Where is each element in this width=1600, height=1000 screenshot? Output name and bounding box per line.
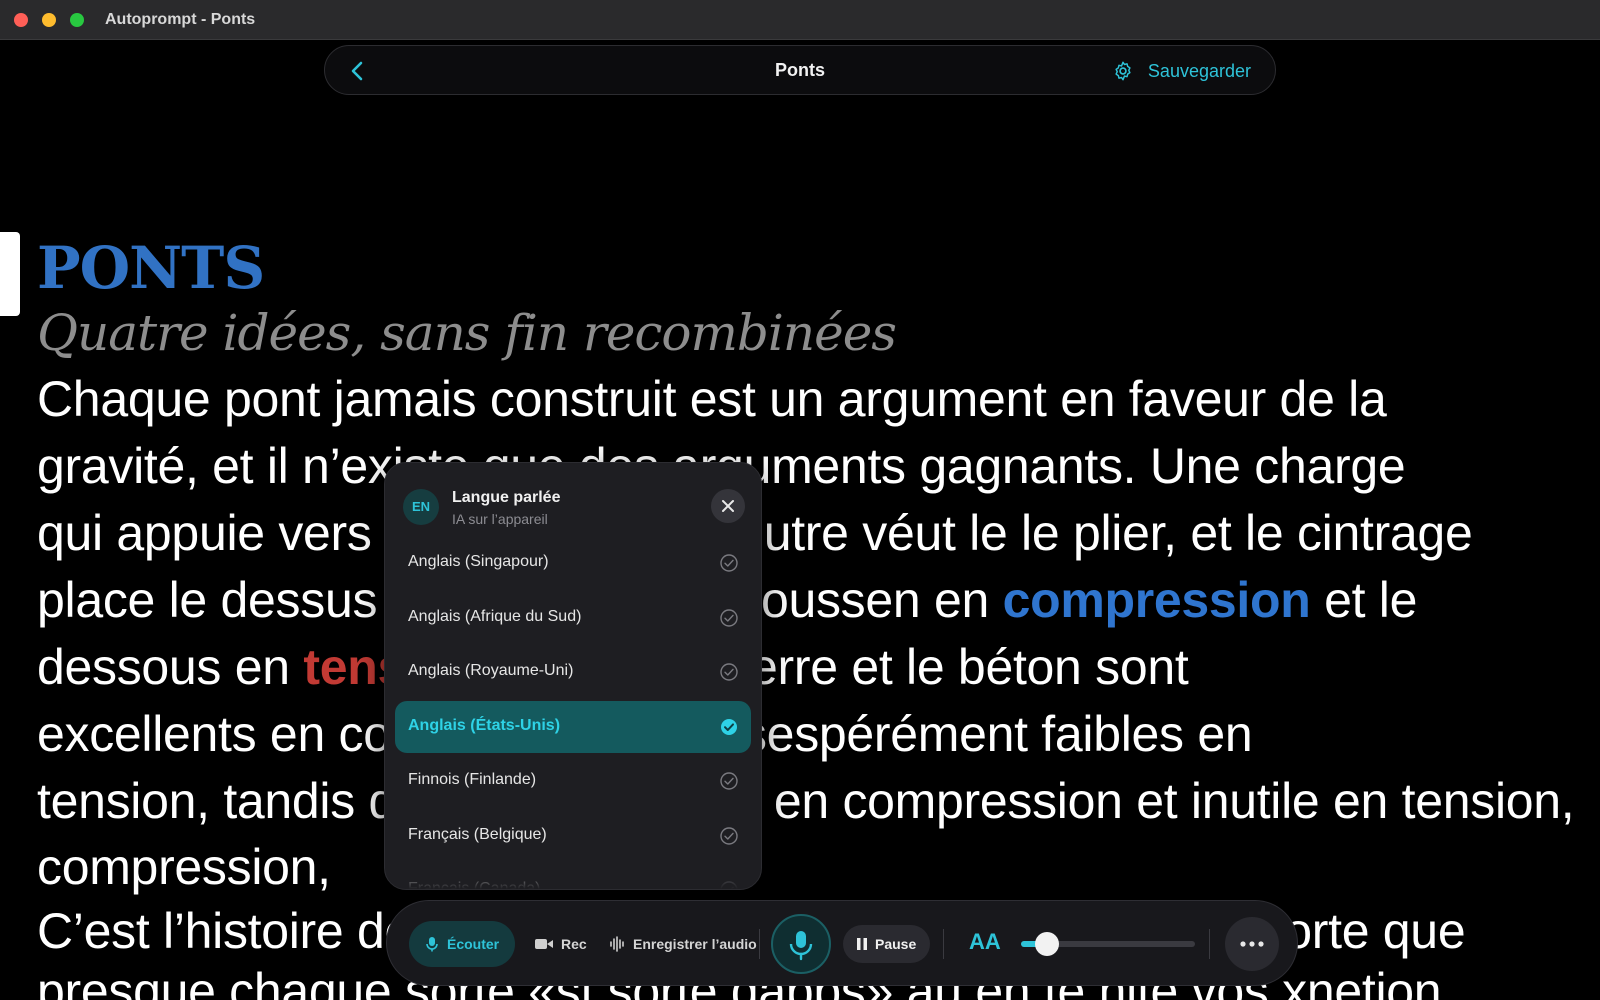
language-options-list[interactable]: Anglais (Singapour) Anglais (Afrique du S… [385, 549, 761, 889]
rec-label: Rec [561, 936, 587, 952]
title-bar: Autoprompt - Ponts [0, 0, 1600, 40]
language-option-label: Finnois (Finlande) [408, 771, 537, 788]
language-option-label: Anglais (Singapour) [408, 553, 549, 570]
microphone-toggle-button[interactable] [771, 914, 831, 974]
document-line: Chaque pont jamais construit est un argu… [37, 370, 1387, 428]
text-segment: Chaque pont jamais construit est un argu… [37, 371, 1387, 427]
microphone-icon [789, 931, 813, 961]
playback-control-bar: Écouter Rec Enregistrer l’audio Pause AA [386, 900, 1298, 986]
font-size-icon[interactable]: AA [969, 929, 1001, 955]
language-option[interactable]: Anglais (Afrique du Sud) [395, 592, 751, 644]
pause-button[interactable]: Pause [843, 925, 931, 963]
record-audio-button[interactable]: Enregistrer l’audio [609, 921, 757, 967]
pause-icon [857, 938, 867, 950]
top-navigation-bar: Ponts Sauvegarder [324, 45, 1276, 95]
document-line: compression, [37, 838, 331, 896]
language-option[interactable]: Anglais (Royaume-Uni) [395, 646, 751, 698]
text-segment: compression, [37, 839, 331, 895]
minimize-window-button[interactable] [42, 13, 56, 27]
language-option-label: Français (Belgique) [408, 825, 547, 843]
check-circle-icon [720, 608, 738, 627]
language-option[interactable]: Anglais (Singapour) [395, 549, 751, 589]
record-audio-label: Enregistrer l’audio [633, 936, 757, 952]
check-circle-icon [720, 826, 738, 845]
check-circle-icon [721, 718, 737, 735]
zoom-window-button[interactable] [70, 13, 84, 27]
language-option[interactable]: Français (Belgique) [395, 810, 751, 862]
language-picker-popup: EN Langue parlée IA sur l’appareil Angla… [384, 462, 762, 890]
waveform-icon [610, 936, 624, 952]
language-option-label: Anglais (Royaume-Uni) [408, 662, 574, 679]
check-circle-icon [720, 772, 738, 790]
pause-label: Pause [875, 936, 917, 952]
divider [943, 929, 944, 959]
document-line: tension, tandis que l’acier excelle en c… [37, 772, 1575, 830]
document-subtitle: Quatre idées, sans fin recombinées [37, 304, 897, 362]
divider [1209, 929, 1210, 959]
record-video-button[interactable]: Rec [535, 921, 587, 967]
more-horizontal-icon [1240, 941, 1264, 947]
close-language-picker-button[interactable] [711, 489, 745, 523]
close-icon [722, 500, 734, 512]
listen-label: Écouter [447, 936, 500, 952]
close-window-button[interactable] [14, 13, 28, 27]
language-picker-subtitle: IA sur l’appareil [452, 511, 548, 527]
language-option[interactable]: Finnois (Finlande) [395, 755, 751, 807]
language-option-label: Anglais (Afrique du Sud) [408, 607, 582, 625]
video-camera-icon [535, 939, 553, 949]
text-segment: tension, tandis que l’acier excelle en c… [37, 773, 1575, 829]
language-code-badge: EN [403, 489, 439, 525]
more-options-button[interactable] [1225, 917, 1279, 971]
document-title: PONTS [37, 234, 265, 302]
language-picker-header: EN Langue parlée IA sur l’appareil [385, 463, 761, 549]
save-label: Sauvegarder [1147, 60, 1251, 81]
listen-button[interactable]: Écouter [409, 921, 516, 967]
microphone-icon [426, 937, 438, 952]
window-title: Autoprompt - Ponts [105, 11, 256, 28]
slider-knob[interactable] [1035, 932, 1060, 956]
font-size-slider[interactable] [1021, 931, 1195, 957]
check-circle-icon [720, 663, 738, 681]
text-segment: et le [1310, 572, 1418, 628]
divider [759, 929, 760, 959]
check-circle-icon [720, 554, 738, 572]
highlighted-word: compression [1002, 572, 1311, 628]
language-option[interactable]: Anglais (États-Unis) [395, 700, 751, 753]
list-fade-overlay [385, 863, 761, 889]
language-picker-title: Langue parlée [452, 489, 561, 506]
text-segment: dessous en [37, 639, 304, 695]
language-option-label: Anglais (États-Unis) [408, 716, 561, 734]
gear-icon [1115, 61, 1131, 81]
scroll-position-indicator[interactable] [0, 232, 20, 316]
save-button[interactable]: Sauvegarder [1112, 58, 1251, 84]
